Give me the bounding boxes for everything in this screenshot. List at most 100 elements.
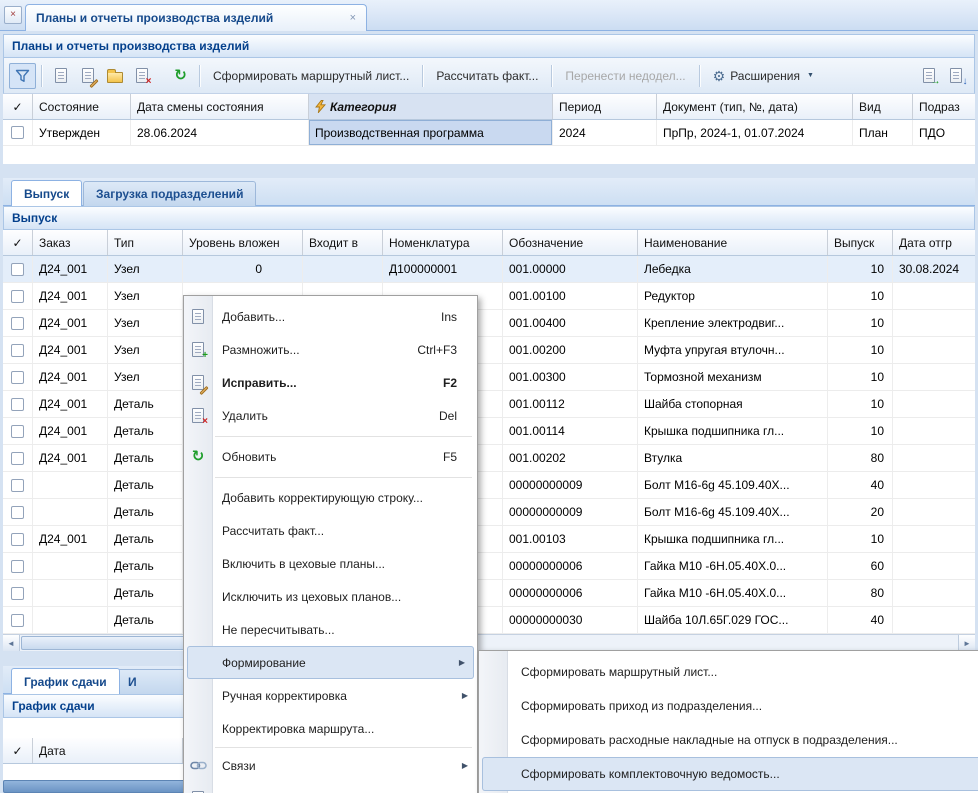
menu-item-delete[interactable]: × Удалить Del bbox=[184, 399, 477, 432]
table-row[interactable]: Деталь 00000000006 Гайка М10 -6Н.05.40Х.… bbox=[3, 580, 975, 607]
column-header-state-date[interactable]: Дата смены состояния bbox=[131, 94, 309, 119]
tab-close-icon[interactable]: × bbox=[350, 12, 356, 24]
scroll-left-button[interactable]: ◄ bbox=[3, 635, 20, 651]
column-header-kind[interactable]: Вид bbox=[853, 94, 913, 119]
download-button[interactable]: ↓ bbox=[942, 63, 969, 89]
table-row[interactable]: Д24_001 Узел 001.00200 Муфта упругая вту… bbox=[3, 337, 975, 364]
add-document-icon bbox=[55, 68, 67, 83]
row-checkbox[interactable] bbox=[11, 506, 24, 519]
cell-type: Узел bbox=[108, 364, 183, 390]
scroll-right-button[interactable]: ► bbox=[958, 635, 975, 651]
plans-grid: ✓ Состояние Дата смены состояния Категор… bbox=[3, 94, 975, 164]
menu-item-formation[interactable]: Формирование ▶ bbox=[187, 646, 474, 679]
table-row[interactable]: Деталь 00000000009 Болт М16-6g 45.109.40… bbox=[3, 472, 975, 499]
cell-ship-date bbox=[893, 337, 975, 363]
table-row[interactable]: Д24_001 Деталь 001.00202 Втулка 80 bbox=[3, 445, 975, 472]
column-header-date[interactable]: Дата bbox=[33, 738, 183, 763]
column-header-type[interactable]: Тип bbox=[108, 230, 183, 255]
table-row[interactable]: Деталь 00000000030 Шайба 10Л.65Г.029 ГОС… bbox=[3, 607, 975, 634]
table-row[interactable]: Д24_001 Узел 001.00400 Крепление электро… bbox=[3, 310, 975, 337]
column-header-parent[interactable]: Входит в bbox=[303, 230, 383, 255]
calc-fact-label: Рассчитать факт... bbox=[436, 69, 538, 83]
horizontal-scrollbar[interactable]: ◄ ► bbox=[3, 634, 975, 651]
table-row[interactable]: Утвержден 28.06.2024 Производственная пр… bbox=[3, 120, 975, 146]
table-row[interactable]: Деталь 00000000009 Болт М16-6g 45.109.40… bbox=[3, 499, 975, 526]
row-checkbox[interactable] bbox=[11, 344, 24, 357]
row-checkbox[interactable] bbox=[11, 479, 24, 492]
menu-item-no-recalc[interactable]: Не пересчитывать... bbox=[184, 613, 477, 646]
column-header-category[interactable]: Категория bbox=[309, 94, 553, 119]
menu-item-manual-correction[interactable]: Ручная корректировка ▶ bbox=[184, 679, 477, 712]
column-header-document[interactable]: Документ (тип, №, дата) bbox=[657, 94, 853, 119]
table-row[interactable]: Д24_001 Узел 001.00100 Редуктор 10 bbox=[3, 283, 975, 310]
table-row[interactable]: Д24_001 Узел 001.00300 Тормозной механиз… bbox=[3, 364, 975, 391]
extensions-button[interactable]: ⚙ Расширения ▼ bbox=[705, 63, 822, 89]
export-button[interactable]: → bbox=[915, 63, 942, 89]
edit-document-button[interactable] bbox=[74, 63, 101, 89]
row-checkbox[interactable] bbox=[11, 371, 24, 384]
menu-item-duplicate[interactable]: + Размножить... Ctrl+F3 bbox=[184, 333, 477, 366]
row-checkbox[interactable] bbox=[11, 614, 24, 627]
table-row[interactable]: Д24_001 Деталь 001.00103 Крышка подшипни… bbox=[3, 526, 975, 553]
menu-item-exclude-shop-plans[interactable]: Исключить из цеховых планов... bbox=[184, 580, 477, 613]
menu-item-refresh[interactable]: ↻ Обновить F5 bbox=[184, 440, 477, 473]
column-header-level[interactable]: Уровень вложен bbox=[183, 230, 303, 255]
cell-period: 2024 bbox=[553, 120, 657, 145]
menu-item-calc-fact[interactable]: Рассчитать факт... bbox=[184, 514, 477, 547]
column-header-period[interactable]: Период bbox=[553, 94, 657, 119]
row-checkbox[interactable] bbox=[11, 398, 24, 411]
delete-document-button[interactable]: × bbox=[128, 63, 155, 89]
refresh-button[interactable]: ↻ bbox=[167, 63, 194, 89]
column-header-state[interactable]: Состояние bbox=[33, 94, 131, 119]
menu-item-include-shop-plans[interactable]: Включить в цеховые планы... bbox=[184, 547, 477, 580]
submenu-item-picking-list[interactable]: Сформировать комплектовочную ведомость..… bbox=[482, 757, 978, 791]
table-row[interactable]: Деталь 00000000006 Гайка М10 -6Н.05.40Х.… bbox=[3, 553, 975, 580]
cell-designation: 001.00400 bbox=[503, 310, 638, 336]
submenu-item-route-sheet[interactable]: Сформировать маршрутный лист... bbox=[479, 655, 978, 689]
row-checkbox[interactable] bbox=[11, 533, 24, 546]
calc-fact-button[interactable]: Рассчитать факт... bbox=[428, 63, 546, 89]
submenu-item-income-from-division[interactable]: Сформировать приход из подразделения... bbox=[479, 689, 978, 723]
submenu-item-expense-invoices[interactable]: Сформировать расходные накладные на отпу… bbox=[479, 723, 978, 757]
menu-item-links[interactable]: Связи ▶ bbox=[184, 749, 477, 782]
menu-item-add-correction-row[interactable]: Добавить корректирующую строку... bbox=[184, 481, 477, 514]
table-row[interactable]: Д24_001 Деталь 001.00114 Крышка подшипни… bbox=[3, 418, 975, 445]
tab-delivery-schedule[interactable]: График сдачи bbox=[11, 668, 120, 694]
menu-item-partial[interactable]: + bbox=[184, 782, 477, 793]
column-header-designation[interactable]: Обозначение bbox=[503, 230, 638, 255]
column-header-order[interactable]: Заказ bbox=[33, 230, 108, 255]
tab-plans-reports[interactable]: Планы и отчеты производства изделий × bbox=[25, 4, 367, 31]
add-document-button[interactable] bbox=[47, 63, 74, 89]
row-checkbox[interactable] bbox=[11, 126, 24, 139]
table-row[interactable]: Д24_001 Узел 0 Д100000001 001.00000 Лебе… bbox=[3, 256, 975, 283]
row-checkbox[interactable] bbox=[11, 560, 24, 573]
row-checkbox[interactable] bbox=[11, 452, 24, 465]
column-header-check[interactable]: ✓ bbox=[3, 230, 33, 255]
column-header-output[interactable]: Выпуск bbox=[828, 230, 893, 255]
column-header-check[interactable]: ✓ bbox=[3, 738, 33, 763]
row-checkbox[interactable] bbox=[11, 317, 24, 330]
row-checkbox[interactable] bbox=[11, 425, 24, 438]
menu-item-add[interactable]: Добавить... Ins bbox=[184, 300, 477, 333]
toolbar-separator bbox=[551, 65, 552, 87]
close-tabs-button[interactable]: × bbox=[4, 6, 22, 24]
column-header-name[interactable]: Наименование bbox=[638, 230, 828, 255]
column-header-division[interactable]: Подраз bbox=[913, 94, 975, 119]
menu-item-edit[interactable]: Исправить... F2 bbox=[184, 366, 477, 399]
tab-load-divisions[interactable]: Загрузка подразделений bbox=[83, 181, 256, 206]
move-unfinished-button[interactable]: Перенести недодел... bbox=[557, 63, 693, 89]
table-row[interactable]: Д24_001 Деталь 001.00112 Шайба стопорная… bbox=[3, 391, 975, 418]
row-checkbox[interactable] bbox=[11, 587, 24, 600]
form-route-sheet-button[interactable]: Сформировать маршрутный лист... bbox=[205, 63, 417, 89]
column-header-check[interactable]: ✓ bbox=[3, 94, 33, 119]
open-folder-button[interactable] bbox=[101, 63, 128, 89]
row-checkbox[interactable] bbox=[11, 290, 24, 303]
column-header-nomenclature[interactable]: Номенклатура bbox=[383, 230, 503, 255]
cell-name: Муфта упругая втулочн... bbox=[638, 337, 828, 363]
row-checkbox[interactable] bbox=[11, 263, 24, 276]
menu-item-route-correction[interactable]: Корректировка маршрута... bbox=[184, 712, 477, 745]
tab-output[interactable]: Выпуск bbox=[11, 180, 82, 206]
column-header-ship-date[interactable]: Дата отгр bbox=[893, 230, 975, 255]
filter-button[interactable] bbox=[9, 63, 36, 89]
cell-order: Д24_001 bbox=[33, 283, 108, 309]
